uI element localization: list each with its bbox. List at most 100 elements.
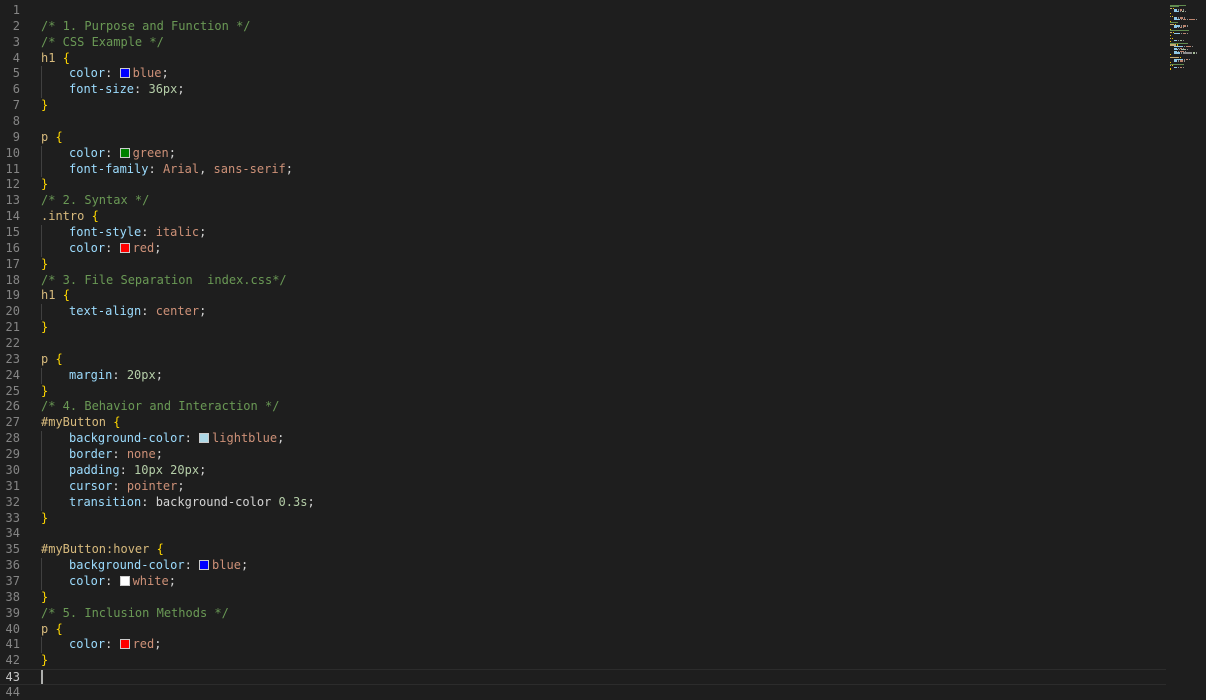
line-number: 42 [5, 653, 20, 668]
token-val: lightblue [212, 431, 278, 446]
code-line[interactable]: 33} [0, 511, 1166, 527]
token-prop: font-style [69, 225, 142, 240]
code-line[interactable]: 37 color: white; [0, 573, 1166, 590]
code-line[interactable]: 8 [0, 114, 1166, 130]
code-line[interactable]: 25} [0, 384, 1166, 400]
token-val: sans-serif [213, 161, 286, 176]
code-line[interactable]: 44 [0, 685, 1166, 700]
code-line[interactable]: 6 font-size: 36px; [0, 82, 1166, 99]
code-line[interactable]: 2 /* 1. Purpose and Function */ [0, 19, 1166, 35]
color-swatch[interactable] [119, 575, 130, 586]
color-swatch[interactable] [199, 433, 210, 444]
token-punc: ; [161, 66, 169, 81]
color-swatch[interactable] [199, 560, 210, 571]
token-prop: color [69, 145, 106, 160]
line-text: } [41, 320, 48, 336]
token-punc: ; [177, 82, 185, 97]
minimap-row [1170, 72, 1200, 74]
code-line[interactable]: 9 p { [0, 130, 1166, 146]
token-prop: background-color [69, 431, 185, 446]
line-text: transition: background-color 0.3s; [41, 494, 315, 511]
token-punc: : [105, 145, 120, 160]
line-text: margin: 20px; [41, 367, 163, 384]
token-num: 36px [148, 82, 178, 97]
code-line[interactable]: 12} [0, 177, 1166, 193]
line-text: p { [41, 622, 63, 638]
token-val: blue [132, 66, 162, 81]
code-line[interactable]: 32 transition: background-color 0.3s; [0, 494, 1166, 511]
code-line[interactable]: 40 p { [0, 622, 1166, 638]
code-line[interactable]: 34 [0, 526, 1166, 542]
line-number: 4 [12, 50, 20, 65]
code-editor[interactable]: 1 2 /* 1. Purpose and Function */ 3 /* CSS E… [0, 0, 1206, 700]
color-swatch[interactable] [119, 242, 130, 253]
token-comment: /* 5. Inclusion Methods */ [41, 605, 229, 620]
code-line[interactable]: 15 font-style: italic; [0, 225, 1166, 241]
line-number: 10 [5, 145, 20, 160]
token-comment: /* 1. Purpose and Function */ [41, 18, 251, 33]
line-number: 5 [12, 66, 20, 81]
line-number: 13 [5, 193, 20, 208]
code-line[interactable]: 41 color: red; [0, 637, 1166, 654]
code-line[interactable]: 21} [0, 320, 1166, 336]
color-swatch[interactable] [119, 147, 130, 158]
code-line[interactable]: 38} [0, 590, 1166, 606]
code-line[interactable]: 1 [0, 3, 1166, 19]
code-line[interactable]: 35 #myButton:hover { [0, 542, 1166, 558]
code-line[interactable]: 28 background-color: lightblue; [0, 431, 1166, 448]
line-number: 39 [5, 605, 20, 620]
token-brace: { [156, 542, 164, 557]
indent-guide [41, 145, 69, 162]
token-val: blue [212, 558, 241, 573]
token-sel: #myButton [41, 415, 114, 430]
code-line[interactable]: 42} [0, 653, 1166, 669]
code-line[interactable]: 11 font-family: Arial, sans-serif; [0, 161, 1166, 178]
code-line[interactable]: 24 margin: 20px; [0, 367, 1166, 384]
code-line[interactable]: 30 padding: 10px 20px; [0, 462, 1166, 479]
code-line[interactable]: 5 color: blue; [0, 66, 1166, 83]
code-line[interactable]: 3 /* CSS Example */ [0, 35, 1166, 51]
line-text: } [41, 98, 48, 114]
color-swatch[interactable] [119, 68, 130, 79]
token-prop: font-size [69, 82, 135, 97]
token-punc: : [105, 66, 120, 81]
code-line[interactable]: 22 [0, 336, 1166, 352]
line-number: 26 [5, 399, 20, 414]
code-line[interactable]: 36 background-color: blue; [0, 558, 1166, 574]
token-prop: background-color [69, 558, 185, 573]
code-line[interactable]: 23 p { [0, 352, 1166, 368]
token-punc: : [105, 240, 120, 255]
code-line[interactable]: 17} [0, 257, 1166, 273]
line-number: 7 [12, 98, 20, 113]
code-line[interactable]: 27 #myButton { [0, 415, 1166, 431]
code-line[interactable]: 10 color: green; [0, 145, 1166, 162]
code-line[interactable]: 31 cursor: pointer; [0, 478, 1166, 495]
line-number: 35 [5, 542, 20, 557]
line-number: 29 [5, 447, 20, 462]
token-punc: ; [168, 573, 176, 588]
code-line[interactable]: 19 h1 { [0, 288, 1166, 304]
code-line[interactable]: 29 border: none; [0, 447, 1166, 463]
code-line[interactable]: 4 h1 { [0, 51, 1166, 67]
code-line[interactable]: 18 /* 3. File Separation index.css*/ [0, 273, 1166, 289]
code-line[interactable]: 14 .intro { [0, 209, 1166, 225]
line-text: } [41, 590, 48, 606]
code-line[interactable]: 43 [0, 669, 1166, 685]
code-line[interactable]: 26 /* 4. Behavior and Interaction */ [0, 399, 1166, 415]
code-line[interactable]: 39 /* 5. Inclusion Methods */ [0, 606, 1166, 622]
code-area[interactable]: 1 2 /* 1. Purpose and Function */ 3 /* CSS E… [0, 3, 1166, 700]
line-number: 1 [12, 3, 20, 17]
line-text: /* 4. Behavior and Interaction */ [41, 399, 279, 415]
line-text: p { [41, 352, 63, 368]
code-line[interactable]: 13 /* 2. Syntax */ [0, 193, 1166, 209]
code-line[interactable]: 7} [0, 98, 1166, 114]
minimap[interactable] [1170, 3, 1200, 75]
line-number: 41 [5, 637, 20, 652]
token-prop: color [69, 240, 106, 255]
token-val: red [132, 240, 155, 255]
code-line[interactable]: 16 color: red; [0, 240, 1166, 257]
indent-guide [41, 367, 69, 384]
color-swatch[interactable] [119, 639, 130, 650]
code-line[interactable]: 20 text-align: center; [0, 304, 1166, 321]
line-text: /* 3. File Separation index.css*/ [41, 273, 287, 289]
